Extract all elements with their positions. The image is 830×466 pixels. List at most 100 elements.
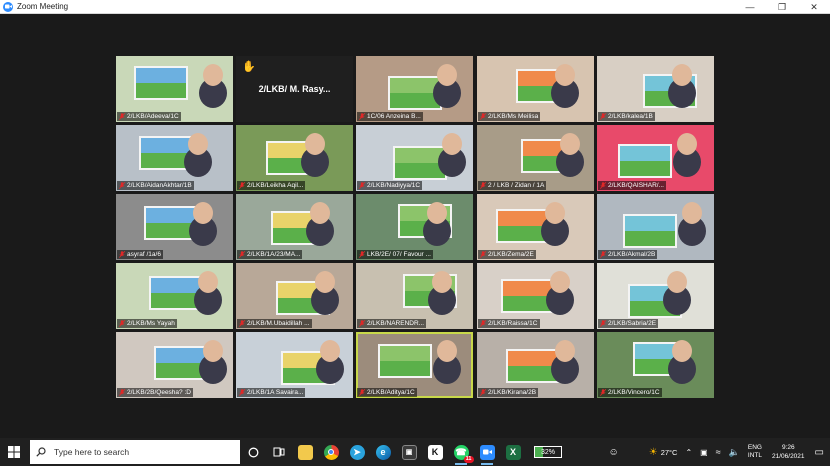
maximize-button[interactable]: ❐ xyxy=(766,0,798,14)
participant-video-tile[interactable]: asyraf /1a/6 xyxy=(116,194,233,260)
participant-video-tile[interactable]: 2/LKB/QAISHAR/... xyxy=(597,125,714,191)
participant-video-tile[interactable]: 2/LKB/Leikha Aqil... xyxy=(236,125,353,191)
wifi-button[interactable]: ≈ xyxy=(716,447,721,457)
participant-video-tile[interactable]: 2/LKB/Aditya/1C xyxy=(356,332,473,398)
participant-name-label: 2/LKB/Raissa/1C xyxy=(478,319,540,328)
participant-name: LKB/2E/ 07/ Favour ... xyxy=(367,251,431,258)
language-switcher[interactable]: ENG INTL xyxy=(748,444,762,460)
participant-name-label: 2/LKB/2B/Qeesha? :D xyxy=(117,388,193,397)
participant-video-tile[interactable]: 2/LKB/M.Ubaidillah ... xyxy=(236,263,353,329)
taskbar-file-explorer[interactable] xyxy=(292,438,318,466)
muted-mic-icon xyxy=(600,113,606,120)
participant-video-tile[interactable]: 2/LKB/1A Savaira... xyxy=(236,332,353,398)
muted-mic-icon xyxy=(480,389,486,396)
participant-video-tile[interactable]: 1C/06 Anzeina B... xyxy=(356,56,473,122)
weather-widget[interactable]: ☀ 27°C xyxy=(649,447,678,458)
show-hidden-icons-button[interactable]: ⌃ xyxy=(685,448,692,457)
participant-name-label: 2/LKB/NARENDR... xyxy=(357,319,427,328)
participant-video-tile[interactable]: 2/LKB/Adeeva/1C xyxy=(116,56,233,122)
participant-name: 2/LKB/Adeeva/1C xyxy=(127,113,179,120)
whatsapp-icon: ☎ 11 xyxy=(453,444,474,463)
task-view-button[interactable] xyxy=(266,438,292,466)
search-icon xyxy=(36,447,46,457)
taskbar-store[interactable]: ▣ xyxy=(396,438,422,466)
participant-video-tile[interactable]: 2/LKB/1A/23/MA... xyxy=(236,194,353,260)
start-button[interactable] xyxy=(0,438,28,466)
participant-silhouette xyxy=(560,133,580,155)
muted-mic-icon xyxy=(119,182,125,189)
participant-video-tile[interactable]: 2/LKB/AidanAkhtar/1B xyxy=(116,125,233,191)
participant-silhouette xyxy=(310,202,330,224)
task-view-icon xyxy=(273,447,285,457)
raised-hand-icon: ✋ xyxy=(242,61,256,73)
muted-mic-icon xyxy=(600,251,606,258)
taskbar-zoom[interactable] xyxy=(474,438,500,466)
muted-mic-icon xyxy=(239,389,245,396)
close-button[interactable]: ✕ xyxy=(798,0,830,14)
people-button[interactable]: ☺ xyxy=(609,447,619,458)
battery-indicator[interactable]: 32% xyxy=(534,446,562,458)
action-center-button[interactable]: ▭ xyxy=(815,447,824,458)
participant-silhouette xyxy=(320,340,340,362)
language-code: ENG xyxy=(747,444,762,451)
participant-name-label: 2/LKB/Nadiyya/1C xyxy=(357,181,423,190)
participant-name: 2/LKB/2B/Qeesha? :D xyxy=(127,389,191,396)
participant-name-label: 2/LKB/1A/23/MA... xyxy=(237,250,303,259)
excel-icon: X xyxy=(505,444,521,460)
participant-name-label: 2/LKB/M.Ubaidillah ... xyxy=(237,319,312,328)
participant-name-label: 2/LKB/Ms Yayah xyxy=(117,319,177,328)
participant-video-tile[interactable]: LKB/2E/ 07/ Favour ... xyxy=(356,194,473,260)
muted-mic-icon xyxy=(600,320,606,327)
participant-silhouette xyxy=(193,202,213,224)
title-bar: Zoom Meeting — ❐ ✕ xyxy=(0,0,830,14)
participant-video-tile[interactable]: 2/LKB/2B/Qeesha? :D xyxy=(116,332,233,398)
taskbar: Type here to search ➤ e ▣ K ☎ 11 X 32% ☺ … xyxy=(0,438,830,466)
video-feed xyxy=(506,349,560,383)
participant-name: 2/LKB/Nadiyya/1C xyxy=(367,182,421,189)
taskbar-excel[interactable]: X xyxy=(500,438,526,466)
minimize-button[interactable]: — xyxy=(734,0,766,14)
participant-silhouette xyxy=(677,133,697,155)
participant-video-tile[interactable]: 2/LKB/Akmal/2B xyxy=(597,194,714,260)
taskbar-telegram[interactable]: ➤ xyxy=(344,438,370,466)
muted-mic-icon xyxy=(359,113,365,120)
zoom-app-icon xyxy=(3,1,13,12)
system-tray: ☺ ☀ 27°C ⌃ ▣ ≈ 🔈 ENG INTL 9:26 21/06/202… xyxy=(605,438,830,466)
chrome-icon xyxy=(323,444,339,460)
participant-video-tile[interactable]: 2/LKB/Sabria/2E xyxy=(597,263,714,329)
muted-mic-icon xyxy=(480,320,486,327)
participant-name: 2/LKB/Aditya/1C xyxy=(367,389,415,396)
video-feed xyxy=(154,346,208,380)
speaker-icon: 🔈 xyxy=(728,446,740,457)
participant-video-tile[interactable]: 2 / LKB / Zidan / 1A xyxy=(477,125,594,191)
participant-name: 1C/06 Anzeina B... xyxy=(367,113,421,120)
muted-mic-icon xyxy=(600,182,606,189)
window-controls: — ❐ ✕ xyxy=(734,0,830,14)
taskbar-whatsapp[interactable]: ☎ 11 xyxy=(448,438,474,466)
participant-name-label: 2/LKB/Kirana/2B xyxy=(478,388,539,397)
participant-video-tile[interactable]: 2/LKB/Ms Yayah xyxy=(116,263,233,329)
participant-video-tile[interactable]: 2/LKB/ M. Rasy... ✋ xyxy=(236,56,353,122)
taskbar-kinemaster[interactable]: K xyxy=(422,438,448,466)
participant-name: 2/LKB/NARENDR... xyxy=(367,320,425,327)
participant-video-tile[interactable]: 2/LKB/Vincero/1C xyxy=(597,332,714,398)
taskbar-chrome[interactable] xyxy=(318,438,344,466)
taskbar-search-box[interactable]: Type here to search xyxy=(30,440,240,464)
taskbar-edge[interactable]: e xyxy=(370,438,396,466)
volume-button[interactable]: 🔈 xyxy=(729,447,740,458)
participant-video-tile[interactable]: 2/LKB/Zema/2E xyxy=(477,194,594,260)
participant-video-tile[interactable]: 2/LKB/Kirana/2B xyxy=(477,332,594,398)
participant-name: 2/LKB/kalea/1B xyxy=(608,113,653,120)
notification-badge: 11 xyxy=(463,455,474,463)
participant-video-tile[interactable]: 2/LKB/kalea/1B xyxy=(597,56,714,122)
participant-video-tile[interactable]: 2/LKB/Ms Meilisa xyxy=(477,56,594,122)
participant-name-label: 2/LKB/Akmal/2B xyxy=(598,250,658,259)
clock[interactable]: 9:26 21/06/2021 xyxy=(772,443,805,461)
telegram-icon: ➤ xyxy=(349,444,365,460)
participant-video-tile[interactable]: 2/LKB/Raissa/1C xyxy=(477,263,594,329)
participant-name-label: 2/LKB/Sabria/2E xyxy=(598,319,659,328)
participant-video-tile[interactable]: 2/LKB/Nadiyya/1C xyxy=(356,125,473,191)
participant-video-tile[interactable]: 2/LKB/NARENDR... xyxy=(356,263,473,329)
cortana-button[interactable] xyxy=(240,438,266,466)
tray-app-icon[interactable]: ▣ xyxy=(700,448,708,457)
